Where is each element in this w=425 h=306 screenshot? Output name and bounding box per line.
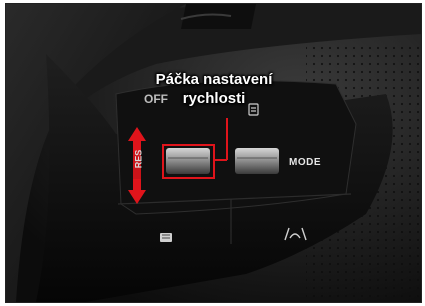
callout-label: Páčka nastavení rychlosti <box>124 70 304 108</box>
steering-wheel-photo <box>6 4 421 302</box>
speed-lever-left <box>166 148 210 174</box>
callout-line-1: Páčka nastavení <box>155 71 273 88</box>
heated-wheel-icon <box>160 233 172 242</box>
speed-lever-right <box>235 148 279 174</box>
photo-frame: OFF RES MODE Páčka nastavení rychlosti <box>5 3 422 303</box>
mode-label: MODE <box>289 157 321 168</box>
callout-line-2: rychlosti <box>182 90 246 107</box>
res-label: RES <box>133 149 144 169</box>
